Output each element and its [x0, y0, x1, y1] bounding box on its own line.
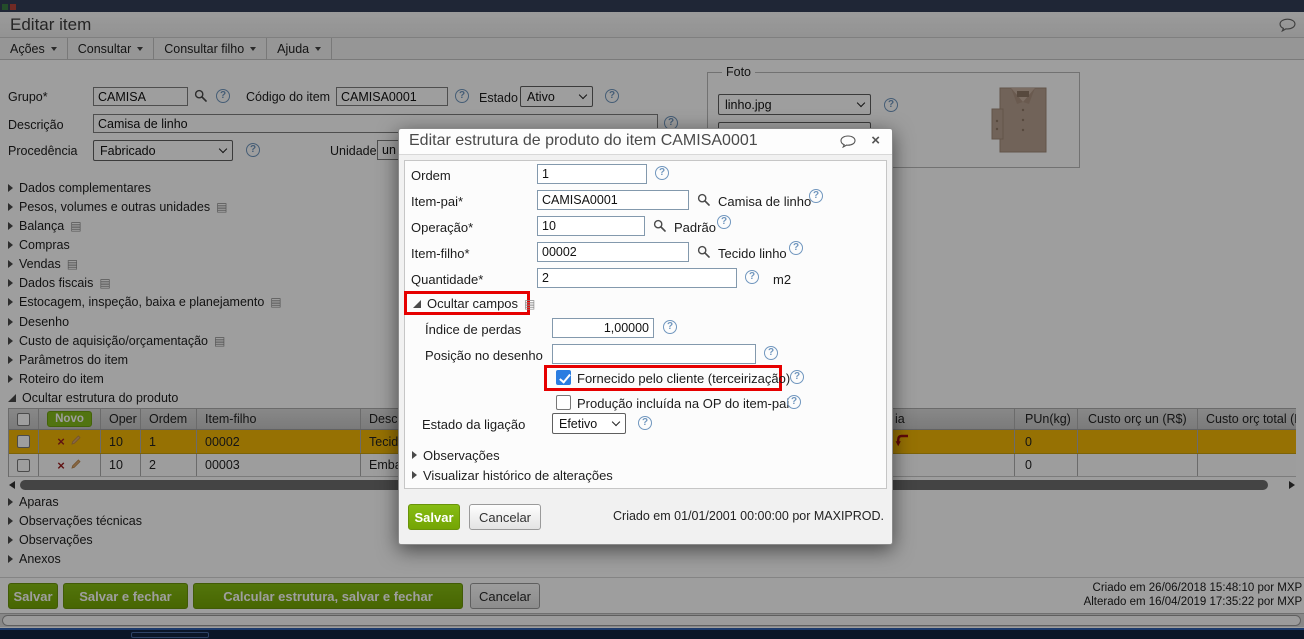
section-ocultar-campos[interactable]: Ocultar campos: [407, 294, 527, 311]
estado-ligacao-label: Estado da ligação: [422, 417, 526, 432]
producao-label: Produção incluída na OP do item-pai: [577, 396, 790, 411]
quantidade-label: Quantidade*: [411, 272, 484, 287]
item-filho-description: Tecido linho: [718, 246, 787, 261]
ordem-label: Ordem: [411, 168, 451, 183]
modal-salvar-button[interactable]: Salvar: [408, 504, 460, 530]
ordem-input[interactable]: [537, 164, 647, 184]
edit-structure-modal: Editar estrutura de produto do item CAMI…: [398, 128, 893, 545]
item-pai-description: Camisa de linho: [718, 194, 812, 209]
section-label: Ocultar campos: [427, 296, 519, 311]
section-label: Observações: [423, 447, 500, 463]
fornecido-label: Fornecido pelo cliente (terceirização): [577, 371, 791, 386]
modal-titlebar: Editar estrutura de produto do item CAMI…: [399, 129, 892, 155]
comment-bubble-icon[interactable]: [840, 135, 856, 153]
search-icon[interactable]: [653, 219, 666, 237]
annotation-box-ocultar-campos: Ocultar campos: [404, 291, 530, 315]
chevron-down-icon: [611, 417, 621, 427]
producao-checkbox[interactable]: [556, 395, 571, 410]
screen: Editar item Ações Consultar Consultar fi…: [0, 0, 1304, 639]
collapsed-arrow-icon: [412, 471, 417, 479]
quantidade-input[interactable]: [537, 268, 737, 288]
help-icon[interactable]: [638, 416, 652, 430]
item-filho-label: Item-filho*: [411, 246, 470, 261]
modal-title: Editar estrutura de produto do item CAMI…: [409, 132, 758, 149]
collapsed-arrow-icon: [412, 451, 417, 459]
indice-perdas-label: Índice de perdas: [425, 322, 522, 337]
search-icon[interactable]: [697, 245, 710, 263]
operacao-label: Operação*: [411, 220, 474, 235]
help-icon[interactable]: [717, 215, 731, 229]
operacao-input[interactable]: [537, 216, 645, 236]
posicao-desenho-input[interactable]: [552, 344, 756, 364]
help-icon[interactable]: [790, 370, 804, 384]
item-filho-input[interactable]: [537, 242, 689, 262]
fornecido-checkbox[interactable]: [556, 370, 571, 385]
close-icon[interactable]: [871, 133, 880, 149]
estado-ligacao-value: Efetivo: [559, 416, 598, 431]
document-icon: [524, 298, 535, 310]
help-icon[interactable]: [764, 346, 778, 360]
help-icon[interactable]: [745, 270, 759, 284]
item-pai-input[interactable]: [537, 190, 689, 210]
search-icon[interactable]: [697, 193, 710, 211]
help-icon[interactable]: [787, 395, 801, 409]
modal-audit-info: Criado em 01/01/2001 00:00:00 por MAXIPR…: [613, 509, 884, 523]
help-icon[interactable]: [655, 166, 669, 180]
indice-perdas-input[interactable]: [552, 318, 654, 338]
section-label: Visualizar histórico de alterações: [423, 467, 613, 483]
expanded-arrow-icon: [413, 299, 421, 308]
quantidade-unit: m2: [773, 272, 792, 287]
help-icon[interactable]: [789, 241, 803, 255]
posicao-desenho-label: Posição no desenho: [425, 348, 543, 363]
section-historico[interactable]: Visualizar histórico de alterações: [412, 467, 613, 483]
help-icon[interactable]: [663, 320, 677, 334]
section-observacoes-modal[interactable]: Observações: [412, 447, 500, 463]
item-pai-label: Item-pai*: [411, 194, 464, 209]
estado-ligacao-select[interactable]: Efetivo: [552, 413, 626, 434]
help-icon[interactable]: [809, 189, 823, 203]
operacao-description: Padrão: [674, 220, 716, 235]
modal-cancelar-button[interactable]: Cancelar: [469, 504, 541, 530]
